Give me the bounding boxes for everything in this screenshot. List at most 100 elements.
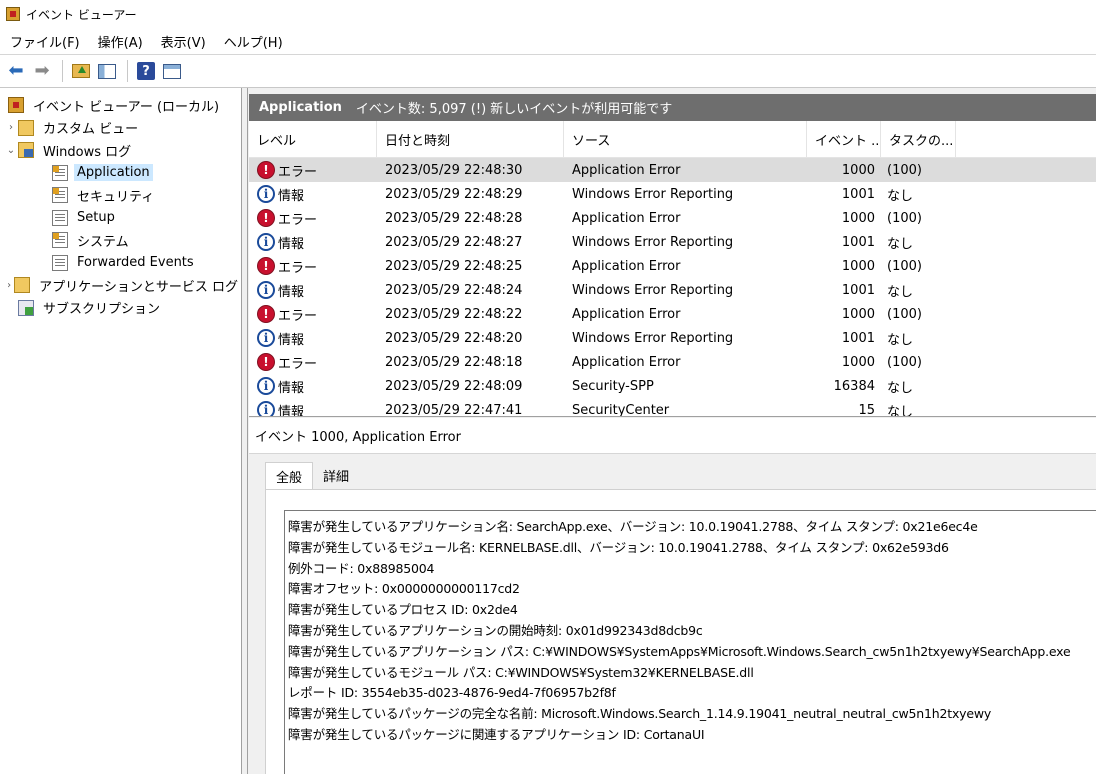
tree-item-windows-logs[interactable]: ⌄ Windows ログ [0, 139, 241, 162]
log-header-bar: Application イベント数: 5,097 (!) 新しいイベントが利用可… [249, 94, 1096, 121]
forward-button[interactable]: ➡ [30, 59, 54, 83]
collapse-chevron-icon[interactable]: ⌄ [4, 145, 18, 156]
show-hide-action-pane-button[interactable] [160, 59, 184, 83]
expand-chevron-icon[interactable]: › [4, 280, 14, 291]
tree-item-security[interactable]: セキュリティ [0, 184, 241, 207]
task-cell: なし [887, 380, 914, 396]
source-cell: Windows Error Reporting [572, 234, 734, 250]
level-cell: ! エラー [249, 209, 377, 228]
event-row[interactable]: i 情報 2023/05/29 22:48:27 Windows Error Repo… [249, 230, 1096, 254]
level-cell: i 情報 [249, 233, 377, 252]
task-cell: なし [887, 236, 914, 252]
level-text: 情報 [278, 332, 305, 348]
event-count-summary[interactable]: イベント数: 5,097 (!) 新しいイベントが利用可能です [356, 98, 672, 117]
column-header-task[interactable]: タスクの... [881, 121, 956, 158]
event-id-cell: 1001 [841, 234, 875, 250]
info-icon: i [257, 329, 275, 347]
error-icon: ! [257, 257, 275, 275]
event-row[interactable]: ! エラー 2023/05/29 22:48:30 Application Error… [249, 158, 1096, 182]
column-header-date[interactable]: 日付と時刻 [377, 121, 564, 158]
event-id-cell: 1000 [841, 258, 875, 274]
event-viewer-root-icon [8, 97, 24, 114]
tab-details[interactable]: 詳細 [313, 462, 359, 489]
tree-item-label: イベント ビューアー (ローカル) [33, 99, 220, 115]
level-cell: ! エラー [249, 257, 377, 276]
event-row[interactable]: ! エラー 2023/05/29 22:48:25 Application Error… [249, 254, 1096, 278]
tree-item-label: アプリケーションとサービス ログ [39, 279, 238, 295]
event-row[interactable]: i 情報 2023/05/29 22:48:20 Windows Error Repo… [249, 326, 1096, 350]
folder-icon [14, 277, 31, 294]
tree-item-system[interactable]: システム [0, 229, 241, 252]
source-cell: Application Error [572, 306, 681, 322]
column-header-source[interactable]: ソース [564, 121, 807, 158]
back-button[interactable]: ⬅ [4, 59, 28, 83]
tree-item-label: Windows ログ [43, 144, 132, 160]
level-cell: i 情報 [249, 281, 377, 300]
show-hide-tree-icon [98, 63, 116, 79]
message-line: レポート ID: 3554eb35-d023-4876-9ed4-7f06957… [288, 685, 616, 701]
event-id-cell: 15 [858, 402, 875, 417]
tree-item-subscriptions[interactable]: サブスクリプション [0, 297, 241, 320]
tree-item-event-viewer-root[interactable]: イベント ビューアー (ローカル) [0, 94, 241, 117]
tree-item-label: カスタム ビュー [43, 122, 139, 138]
event-row[interactable]: ! エラー 2023/05/29 22:48:22 Application Error… [249, 302, 1096, 326]
menu-view[interactable]: 表示(V) [155, 29, 212, 54]
menu-action[interactable]: 操作(A) [92, 29, 149, 54]
event-row[interactable]: i 情報 2023/05/29 22:48:09 Security-SPP 16384 な… [249, 374, 1096, 398]
column-header-event-id[interactable]: イベント ... [807, 121, 881, 158]
help-icon: ? [137, 62, 155, 80]
message-line: 障害が発生しているプロセス ID: 0x2de4 [288, 602, 518, 618]
folder-icon [18, 119, 34, 136]
column-header-level[interactable]: レベル [249, 121, 377, 158]
show-hide-tree-button[interactable] [95, 59, 119, 83]
level-text: 情報 [278, 188, 305, 204]
expand-chevron-icon[interactable]: › [4, 122, 18, 133]
column-header-row: レベル 日付と時刻 ソース イベント ... タスクの... [249, 121, 1096, 158]
event-id-cell: 16384 [833, 378, 875, 394]
help-button[interactable]: ? [134, 59, 158, 83]
menu-help[interactable]: ヘルプ(H) [218, 29, 289, 54]
tree-item-label: セキュリティ [77, 189, 155, 205]
event-row[interactable]: i 情報 2023/05/29 22:47:41 SecurityCenter 15 なし [249, 398, 1096, 417]
info-icon: i [257, 185, 275, 203]
source-cell: Windows Error Reporting [572, 186, 734, 202]
tree-item-forwarded-events[interactable]: Forwarded Events [0, 252, 241, 275]
level-text: エラー [278, 356, 318, 372]
column-header-filler [956, 121, 1096, 158]
error-icon: ! [257, 161, 275, 179]
up-one-level-button[interactable] [69, 59, 93, 83]
tree-item-setup[interactable]: Setup [0, 207, 241, 230]
windows-logs-folder-icon [18, 142, 34, 159]
tree-item-custom-views[interactable]: › カスタム ビュー [0, 117, 241, 140]
info-icon: i [257, 233, 275, 251]
general-tab-body: 障害が発生しているアプリケーション名: SearchApp.exe、バージョン:… [265, 489, 1096, 774]
message-line: 障害が発生しているアプリケーションの開始時刻: 0x01d992343d8dcb… [288, 622, 703, 638]
pane-splitter[interactable] [242, 88, 248, 774]
message-line: 障害が発生しているアプリケーション パス: C:¥WINDOWS¥SystemA… [288, 643, 1071, 659]
date-cell: 2023/05/29 22:48:27 [385, 234, 523, 250]
tree-item-application[interactable]: Application [0, 162, 241, 185]
show-hide-action-pane-icon [163, 63, 181, 79]
toolbar-separator [62, 60, 63, 82]
detail-title: イベント 1000, Application Error [249, 418, 1096, 454]
info-icon: i [257, 377, 275, 395]
message-line: 障害が発生しているパッケージの完全な名前: Microsoft.Windows.… [288, 706, 992, 722]
date-cell: 2023/05/29 22:48:28 [385, 210, 523, 226]
tree-item-apps-services-logs[interactable]: › アプリケーションとサービス ログ [0, 274, 241, 297]
task-cell: なし [887, 332, 914, 348]
event-row[interactable]: ! エラー 2023/05/29 22:48:28 Application Error… [249, 206, 1096, 230]
level-cell: ! エラー [249, 161, 377, 180]
date-cell: 2023/05/29 22:48:24 [385, 282, 523, 298]
event-row[interactable]: i 情報 2023/05/29 22:48:24 Windows Error Repo… [249, 278, 1096, 302]
event-row[interactable]: i 情報 2023/05/29 22:48:29 Windows Error Repo… [249, 182, 1096, 206]
error-icon: ! [257, 209, 275, 227]
event-rows: ! エラー 2023/05/29 22:48:30 Application Error… [249, 158, 1096, 417]
menu-file[interactable]: ファイル(F) [4, 29, 86, 54]
log-icon [52, 254, 68, 271]
message-line: 障害が発生しているアプリケーション名: SearchApp.exe、バージョン:… [288, 519, 978, 534]
event-message-text[interactable]: 障害が発生しているアプリケーション名: SearchApp.exe、バージョン:… [284, 510, 1096, 774]
tab-general[interactable]: 全般 [265, 462, 314, 489]
event-id-cell: 1000 [841, 354, 875, 370]
event-row[interactable]: ! エラー 2023/05/29 22:48:18 Application Error… [249, 350, 1096, 374]
console-tree: イベント ビューアー (ローカル) › カスタム ビュー ⌄ Windows ロ… [0, 88, 242, 774]
